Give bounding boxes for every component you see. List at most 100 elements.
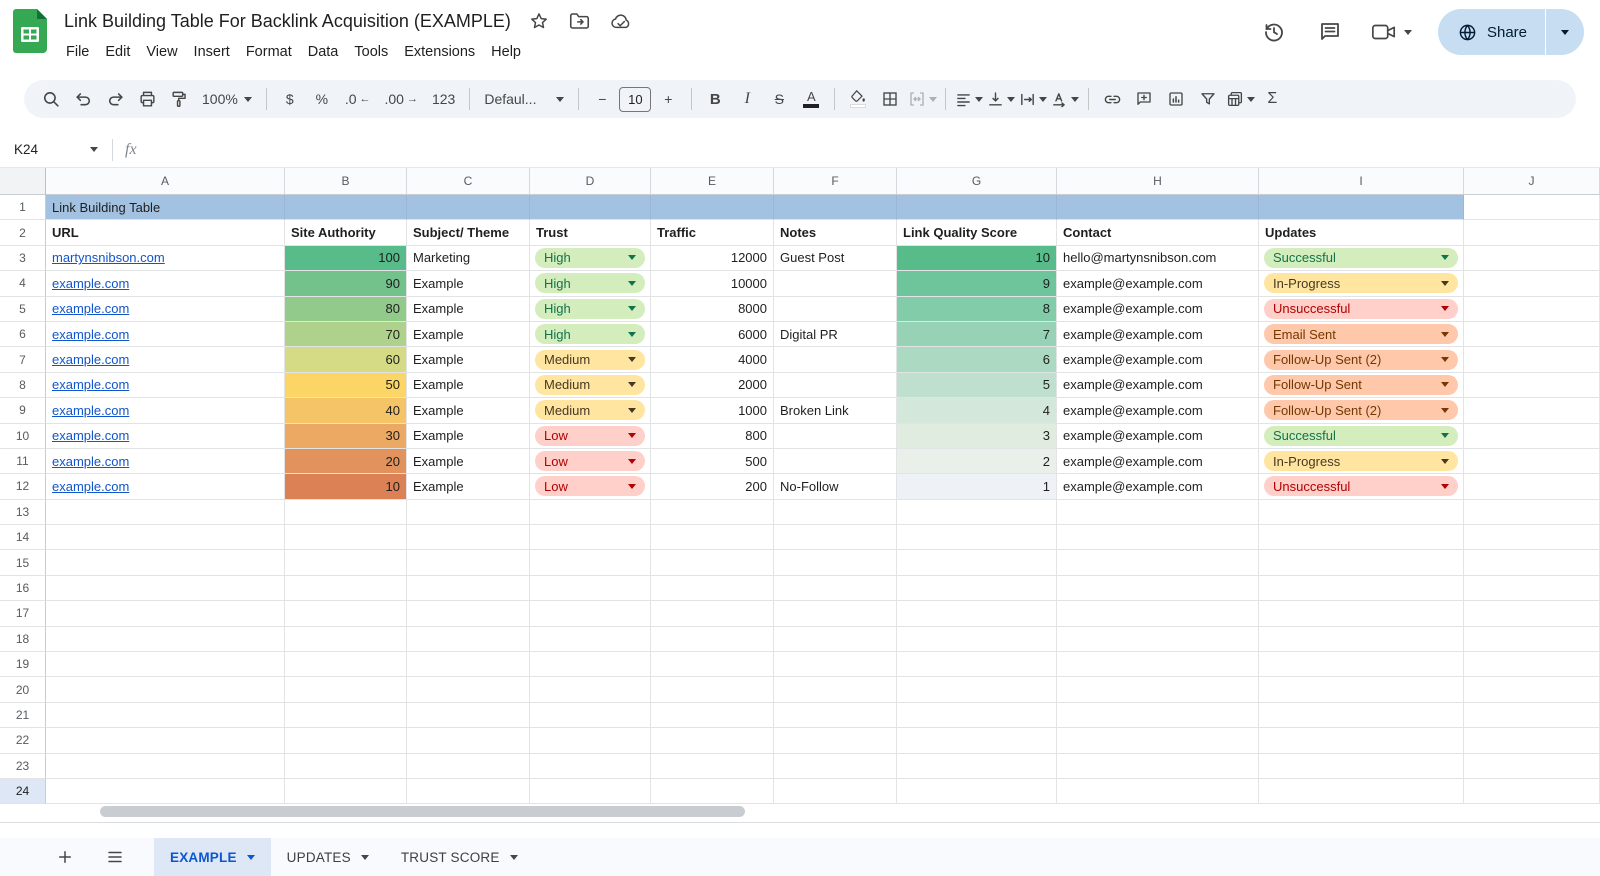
cell-D6[interactable]: High [530, 322, 651, 347]
cell-J17[interactable] [1464, 601, 1600, 626]
cell-G1[interactable] [897, 195, 1057, 220]
cell-A12[interactable]: example.com [46, 474, 285, 499]
horizontal-scrollbar[interactable] [100, 806, 745, 817]
cell-F20[interactable] [774, 677, 897, 702]
cell-D2[interactable]: Trust [530, 220, 651, 245]
cell-F24[interactable] [774, 779, 897, 804]
cell-D23[interactable] [530, 754, 651, 779]
cell-B19[interactable] [285, 652, 407, 677]
cell-H8[interactable]: example@example.com [1057, 373, 1259, 398]
cell-C14[interactable] [407, 525, 530, 550]
cell-A17[interactable] [46, 601, 285, 626]
table-tools-button[interactable] [1225, 84, 1255, 114]
all-sheets-button[interactable] [98, 840, 132, 874]
cell-C16[interactable] [407, 576, 530, 601]
select-all-corner[interactable] [0, 168, 46, 195]
format-percent-button[interactable]: % [307, 84, 337, 114]
create-filter-button[interactable] [1193, 84, 1223, 114]
cell-F21[interactable] [774, 703, 897, 728]
menu-file[interactable]: File [58, 41, 97, 63]
cell-G22[interactable] [897, 728, 1057, 753]
zoom-control[interactable]: 100% [196, 84, 258, 114]
cell-J3[interactable] [1464, 246, 1600, 271]
cell-J13[interactable] [1464, 500, 1600, 525]
row-header-21[interactable]: 21 [0, 703, 46, 728]
cell-H12[interactable]: example@example.com [1057, 474, 1259, 499]
cell-C2[interactable]: Subject/ Theme [407, 220, 530, 245]
menu-data[interactable]: Data [300, 41, 347, 63]
cell-B10[interactable]: 30 [285, 424, 407, 449]
trust-chip[interactable]: Medium [535, 350, 645, 370]
column-header-D[interactable]: D [530, 168, 651, 195]
cell-F16[interactable] [774, 576, 897, 601]
cell-C9[interactable]: Example [407, 398, 530, 423]
cell-H20[interactable] [1057, 677, 1259, 702]
cell-I1[interactable] [1259, 195, 1464, 220]
cell-F23[interactable] [774, 754, 897, 779]
star-icon[interactable] [529, 11, 549, 31]
cell-B17[interactable] [285, 601, 407, 626]
cell-G23[interactable] [897, 754, 1057, 779]
cell-A19[interactable] [46, 652, 285, 677]
cell-I6[interactable]: Email Sent [1259, 322, 1464, 347]
cell-E17[interactable] [651, 601, 774, 626]
cell-J21[interactable] [1464, 703, 1600, 728]
cell-E5[interactable]: 8000 [651, 297, 774, 322]
cell-J18[interactable] [1464, 627, 1600, 652]
cell-H6[interactable]: example@example.com [1057, 322, 1259, 347]
sheet-tab-example[interactable]: EXAMPLE [154, 838, 271, 876]
cell-B2[interactable]: Site Authority [285, 220, 407, 245]
cell-A1[interactable]: Link Building Table [46, 195, 285, 220]
cell-D22[interactable] [530, 728, 651, 753]
sheet-tab-caret-icon[interactable] [361, 855, 369, 860]
column-header-I[interactable]: I [1259, 168, 1464, 195]
cell-C8[interactable]: Example [407, 373, 530, 398]
cell-H2[interactable]: Contact [1057, 220, 1259, 245]
cell-I16[interactable] [1259, 576, 1464, 601]
cell-J11[interactable] [1464, 449, 1600, 474]
row-header-14[interactable]: 14 [0, 525, 46, 550]
font-size-input[interactable]: 10 [619, 87, 651, 112]
cell-A3[interactable]: martynsnibson.com [46, 246, 285, 271]
cell-D19[interactable] [530, 652, 651, 677]
cell-G17[interactable] [897, 601, 1057, 626]
update-chip[interactable]: In-Progress [1264, 273, 1458, 293]
url-link[interactable]: example.com [52, 327, 129, 342]
insert-chart-button[interactable] [1161, 84, 1191, 114]
trust-chip[interactable]: Low [535, 451, 645, 471]
cell-G2[interactable]: Link Quality Score [897, 220, 1057, 245]
doc-title[interactable]: Link Building Table For Backlink Acquisi… [64, 11, 511, 32]
cell-I10[interactable]: Successful [1259, 424, 1464, 449]
name-box[interactable]: K24 [0, 142, 88, 157]
cell-A5[interactable]: example.com [46, 297, 285, 322]
bold-button[interactable]: B [700, 84, 730, 114]
row-header-13[interactable]: 13 [0, 500, 46, 525]
cell-J6[interactable] [1464, 322, 1600, 347]
cell-G20[interactable] [897, 677, 1057, 702]
cell-C21[interactable] [407, 703, 530, 728]
row-header-18[interactable]: 18 [0, 627, 46, 652]
cell-G9[interactable]: 4 [897, 398, 1057, 423]
cell-J7[interactable] [1464, 347, 1600, 372]
cell-E23[interactable] [651, 754, 774, 779]
cell-C23[interactable] [407, 754, 530, 779]
decrease-decimal-button[interactable]: .0← [339, 84, 377, 114]
url-link[interactable]: martynsnibson.com [52, 250, 165, 265]
cell-J19[interactable] [1464, 652, 1600, 677]
cell-G16[interactable] [897, 576, 1057, 601]
cell-I17[interactable] [1259, 601, 1464, 626]
cell-C3[interactable]: Marketing [407, 246, 530, 271]
cell-B1[interactable] [285, 195, 407, 220]
cell-F4[interactable] [774, 271, 897, 296]
cell-D16[interactable] [530, 576, 651, 601]
cell-E18[interactable] [651, 627, 774, 652]
cell-A4[interactable]: example.com [46, 271, 285, 296]
cell-E9[interactable]: 1000 [651, 398, 774, 423]
cell-F17[interactable] [774, 601, 897, 626]
cell-A23[interactable] [46, 754, 285, 779]
meet-presentation-button[interactable] [1371, 17, 1412, 47]
cell-D7[interactable]: Medium [530, 347, 651, 372]
merge-cells-button[interactable] [907, 84, 937, 114]
row-header-24[interactable]: 24 [0, 779, 46, 804]
cell-G15[interactable] [897, 550, 1057, 575]
